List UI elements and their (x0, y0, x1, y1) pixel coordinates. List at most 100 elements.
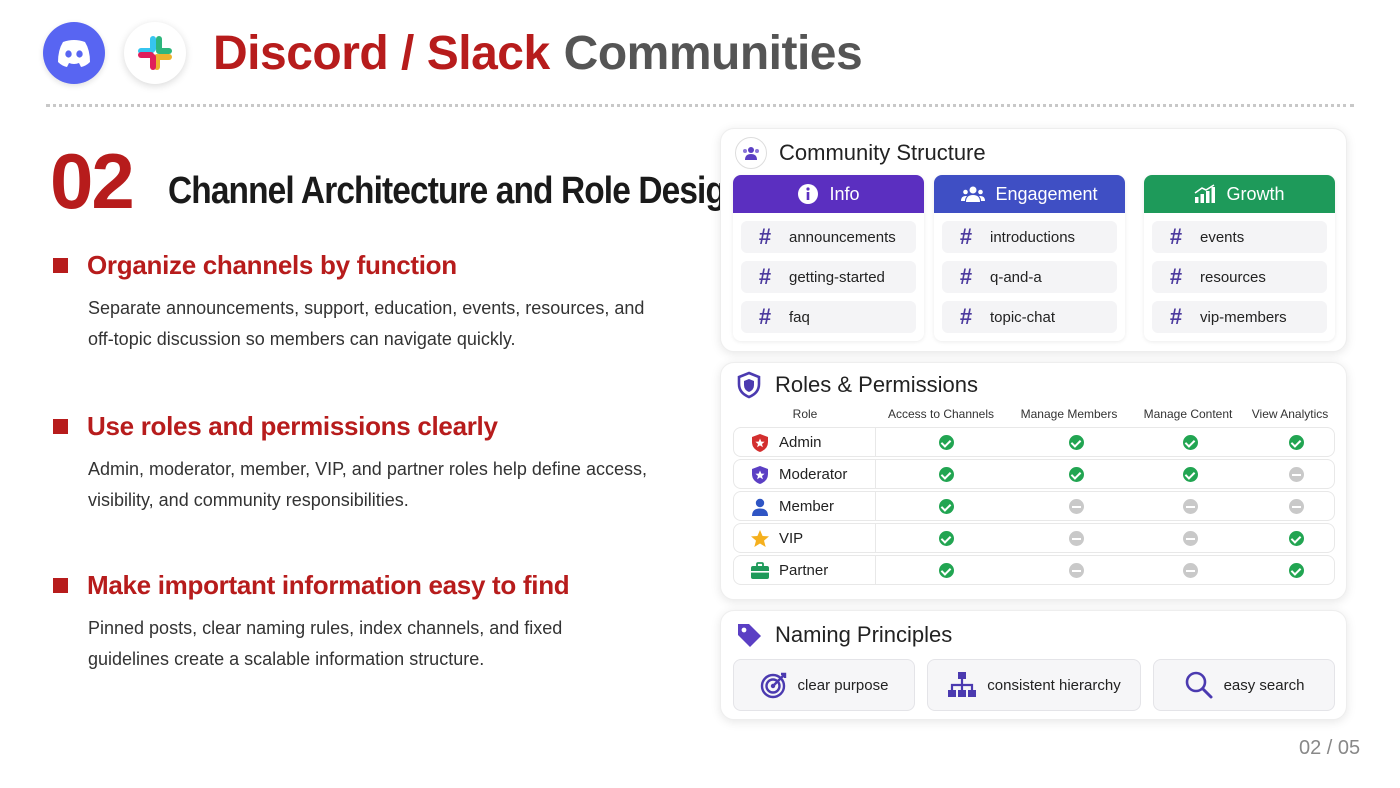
minus-icon (1183, 563, 1198, 578)
square-bullet-icon (53, 258, 68, 273)
channel-item[interactable]: # vip-members (1152, 301, 1327, 333)
slack-logo-icon (124, 22, 186, 84)
check-icon (1183, 435, 1198, 450)
square-bullet-icon (53, 578, 68, 593)
minus-icon (1289, 467, 1304, 482)
card-title: Community Structure (779, 140, 986, 165)
hash-icon: # (1169, 224, 1183, 249)
role-name: Member (779, 498, 835, 515)
category-label: Engagement (995, 183, 1098, 204)
channel-name: resources (1200, 268, 1266, 286)
table-row: Moderator (733, 459, 1335, 489)
shield-icon (737, 371, 761, 399)
channel-item[interactable]: # q-and-a (942, 261, 1117, 293)
category-label: Growth (1226, 183, 1285, 204)
briefcase-icon (750, 561, 770, 586)
column-divider (875, 427, 876, 457)
minus-icon (1183, 499, 1198, 514)
hash-icon: # (758, 304, 772, 329)
chip-clear-purpose[interactable]: clear purpose (733, 659, 915, 711)
check-icon (939, 499, 954, 514)
channel-item[interactable]: # resources (1152, 261, 1327, 293)
channel-item[interactable]: # faq (741, 301, 916, 333)
column-divider (875, 459, 876, 489)
minus-icon (1069, 531, 1084, 546)
title-main: Discord / Slack (213, 27, 550, 80)
channel-item[interactable]: # topic-chat (942, 301, 1117, 333)
chip-label: clear purpose (797, 676, 889, 694)
point-body: Separate announcements, support, educati… (88, 298, 645, 349)
channel-name: announcements (789, 228, 896, 246)
chip-label: easy search (1223, 676, 1305, 694)
category-label: Info (829, 183, 860, 204)
hash-icon: # (1169, 304, 1183, 329)
channel-name: getting-started (789, 268, 885, 286)
badge-star-icon (750, 465, 770, 490)
column-header-access: Access to Channels (887, 407, 995, 421)
growth-chart-icon (1195, 184, 1216, 203)
section-title: Channel Architecture and Role Design (168, 170, 745, 212)
column-header-manage-content: Manage Content (1143, 407, 1233, 421)
category-header: Growth (1144, 175, 1335, 213)
channel-name: topic-chat (990, 308, 1056, 326)
check-icon (1289, 531, 1304, 546)
category-info: Info # announcements # getting-started # fa… (733, 175, 924, 341)
hierarchy-icon (948, 672, 977, 697)
check-icon (1289, 563, 1304, 578)
channel-name: vip-members (1200, 308, 1287, 326)
check-icon (939, 435, 954, 450)
column-divider (875, 523, 876, 553)
column-header-analytics: View Analytics (1251, 407, 1329, 421)
title-sub: Communities (563, 27, 863, 80)
minus-icon (1289, 499, 1304, 514)
check-icon (939, 531, 954, 546)
point-important-information: Make important information easy to find … (53, 570, 673, 675)
table-row: Admin (733, 427, 1335, 457)
role-name: Admin (779, 434, 822, 451)
card-title: Roles & Permissions (775, 372, 978, 397)
channel-item[interactable]: # events (1152, 221, 1327, 253)
community-structure-card: Community Structure Info # announcements … (720, 128, 1347, 352)
column-divider (875, 555, 876, 585)
hash-icon: # (959, 304, 973, 329)
table-row: Member (733, 491, 1335, 521)
hash-icon: # (758, 264, 772, 289)
category-engagement: Engagement # introductions # q-and-a # topi… (934, 175, 1125, 341)
chip-label: consistent hierarchy (987, 676, 1121, 694)
check-icon (1289, 435, 1304, 450)
channel-name: events (1200, 228, 1245, 246)
channel-name: q-and-a (990, 268, 1042, 286)
point-heading: Use roles and permissions clearly (87, 411, 498, 441)
point-organize-channels: Organize channels by function Separate a… (53, 250, 673, 355)
channel-item[interactable]: # announcements (741, 221, 916, 253)
person-icon (750, 497, 770, 522)
minus-icon (1069, 499, 1084, 514)
check-icon (939, 563, 954, 578)
role-name: Partner (779, 562, 829, 579)
chip-consistent-hierarchy[interactable]: consistent hierarchy (927, 659, 1141, 711)
roles-permissions-card: Roles & Permissions Role Access to Chann… (720, 362, 1347, 600)
info-icon (798, 184, 819, 204)
check-icon (1069, 435, 1084, 450)
channel-item[interactable]: # introductions (942, 221, 1117, 253)
channel-name: faq (789, 308, 810, 326)
hash-icon: # (758, 224, 772, 249)
table-row: Partner (733, 555, 1335, 585)
tag-icon (738, 624, 761, 647)
column-divider (875, 491, 876, 521)
category-growth: Growth # events # resources # vip-members (1144, 175, 1335, 341)
hash-icon: # (959, 224, 973, 249)
card-title: Naming Principles (775, 622, 953, 647)
star-icon (750, 529, 770, 554)
card-header: Naming Principles (735, 621, 952, 649)
square-bullet-icon (53, 419, 68, 434)
chip-easy-search[interactable]: easy search (1153, 659, 1335, 711)
hash-icon: # (1169, 264, 1183, 289)
check-icon (1069, 467, 1084, 482)
role-name: VIP (779, 530, 804, 547)
target-icon (760, 672, 786, 699)
channel-item[interactable]: # getting-started (741, 261, 916, 293)
shield-star-icon (750, 433, 770, 458)
column-header-role: Role (792, 407, 818, 421)
role-name: Moderator (779, 466, 848, 483)
